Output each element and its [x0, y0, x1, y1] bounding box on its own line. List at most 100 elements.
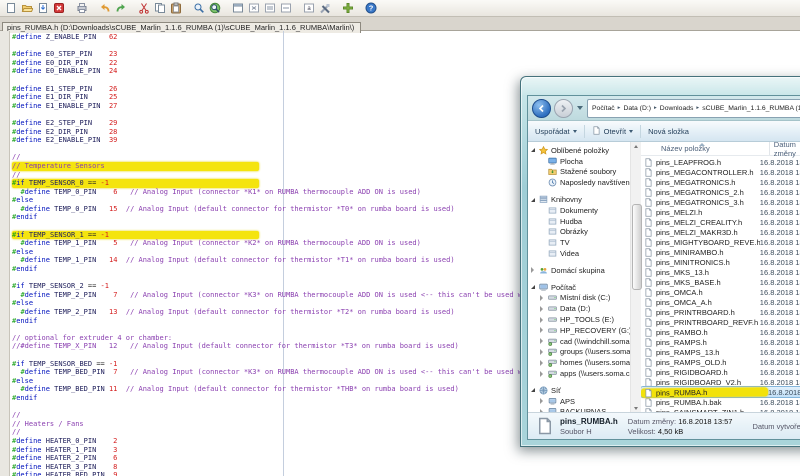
tree-item-cad-windchill-soma-cz[interactable]: cad (\\windchill.soma.cz) [531, 336, 630, 347]
plugins-button[interactable] [340, 1, 356, 15]
collapsed-triangle-icon[interactable] [540, 338, 548, 344]
tree-item-naposledy-nav-t-ven[interactable]: Naposledy navštívené [531, 177, 630, 188]
forward-button[interactable] [554, 99, 573, 118]
open-button[interactable]: Otevřít [592, 126, 634, 137]
collapsed-triangle-icon[interactable] [540, 349, 548, 355]
back-button[interactable] [532, 99, 551, 118]
breadcrumb-item[interactable]: Počítač [590, 105, 617, 112]
file-row[interactable]: pins_MELZI_MAKR3D.h16.8.2018 13:57 [641, 227, 800, 237]
expanded-triangle-icon[interactable] [531, 285, 539, 289]
file-row[interactable]: pins_OMCA_A.h16.8.2018 13:57 [641, 297, 800, 307]
tree-item-apps-users-soma-cz-z[interactable]: apps (\\users.soma.cz) (Z:) [531, 368, 630, 379]
expanded-triangle-icon[interactable] [531, 388, 539, 392]
tree-item-knihovny[interactable]: Knihovny [531, 194, 630, 205]
tree-item-aps[interactable]: APS [531, 396, 630, 407]
scroll-down-icon[interactable] [632, 404, 640, 412]
collapsed-triangle-icon[interactable] [531, 267, 539, 273]
cut-button[interactable] [136, 1, 152, 15]
tree-item-videa[interactable]: Videa [531, 248, 630, 259]
tree-item-po-ta[interactable]: Počítač [531, 282, 630, 293]
tree-item-obl-ben-polo-ky[interactable]: Oblíbené položky [531, 145, 630, 156]
split-vertical-button[interactable] [278, 1, 294, 15]
file-row[interactable]: pins_MEGATRONICS.h16.8.2018 13:57 [641, 177, 800, 187]
file-row-selected[interactable]: pins_RUMBA.h16.8.2018 13:57 [641, 387, 800, 397]
file-row[interactable]: pins_RIGIDBOARD.h16.8.2018 13:57 [641, 367, 800, 377]
file-row[interactable]: pins_MELZI_CREALITY.h16.8.2018 13:57 [641, 217, 800, 227]
tree-item-s[interactable]: Síť [531, 385, 630, 396]
undo-button[interactable] [97, 1, 113, 15]
history-dropdown-icon[interactable] [577, 106, 583, 110]
tree-item-plocha[interactable]: Plocha [531, 156, 630, 167]
copy-button[interactable] [152, 1, 168, 15]
file-row[interactable]: pins_OMCA.h16.8.2018 13:57 [641, 287, 800, 297]
expanded-triangle-icon[interactable] [531, 198, 539, 202]
breadcrumb-item[interactable]: Data (D:) [621, 105, 653, 112]
tree-item-data-d[interactable]: Data (D:) [531, 303, 630, 314]
file-row[interactable]: pins_RAMPS.h16.8.2018 13:57 [641, 337, 800, 347]
new-file-button[interactable] [3, 1, 19, 15]
tile-windows-button[interactable] [246, 1, 262, 15]
new-window-button[interactable] [230, 1, 246, 15]
find-button[interactable] [191, 1, 207, 15]
address-bar[interactable]: Počítač▸Data (D:)▸Downloads▸sCUBE_Marlin… [587, 99, 800, 118]
paste-button[interactable] [168, 1, 184, 15]
tree-item-sta-en-soubory[interactable]: Stažené soubory [531, 167, 630, 178]
save-file-button[interactable] [35, 1, 51, 15]
file-row[interactable]: pins_PRINTRBOARD.h16.8.2018 13:57 [641, 307, 800, 317]
file-row[interactable]: pins_RAMPS_13.h16.8.2018 13:57 [641, 347, 800, 357]
tree-item-hp-recovery-g[interactable]: HP_RECOVERY (G:) [531, 325, 630, 336]
find-in-files-button[interactable] [207, 1, 223, 15]
tree-item-obr-zky[interactable]: Obrázky [531, 227, 630, 238]
file-row[interactable]: pins_RAMPS_OLD.h16.8.2018 13:57 [641, 357, 800, 367]
file-row[interactable]: pins_MKS_13.h16.8.2018 13:57 [641, 267, 800, 277]
tree-item-tv[interactable]: TV [531, 237, 630, 248]
tree-item-dom-c-skupina[interactable]: Domácí skupina [531, 265, 630, 276]
organize-button[interactable]: Uspořádat [535, 127, 577, 136]
file-row[interactable]: pins_MELZI.h16.8.2018 13:57 [641, 207, 800, 217]
file-row[interactable]: pins_RIGIDBOARD_V2.h16.8.2018 13:57 [641, 377, 800, 387]
collapsed-triangle-icon[interactable] [540, 398, 548, 404]
collapsed-triangle-icon[interactable] [540, 306, 548, 312]
open-file-button[interactable] [19, 1, 35, 15]
file-row[interactable]: pins_MEGATRONICS_3.h16.8.2018 13:57 [641, 197, 800, 207]
collapsed-triangle-icon[interactable] [540, 360, 548, 366]
text-tools-button[interactable]: a [301, 1, 317, 15]
tree-item-groups-users-soma-cz[interactable]: groups (\\users.soma.cz) [531, 347, 630, 358]
file-row[interactable]: pins_MKS_BASE.h16.8.2018 13:57 [641, 277, 800, 287]
file-row[interactable]: pins_MINIRAMBO.h16.8.2018 13:57 [641, 247, 800, 257]
tree-item-hudba[interactable]: Hudba [531, 216, 630, 227]
close-file-button[interactable] [51, 1, 67, 15]
scrollbar-thumb[interactable] [632, 204, 642, 290]
file-row[interactable]: pins_MEGATRONICS_2.h16.8.2018 13:57 [641, 187, 800, 197]
tree-item-homes-users-soma-cz[interactable]: homes (\\users.soma.cz) [531, 357, 630, 368]
file-row[interactable]: pins_RUMBA.h.bak16.8.2018 13:57 [641, 397, 800, 407]
file-row[interactable]: pins_MINITRONICS.h16.8.2018 13:57 [641, 257, 800, 267]
file-row[interactable]: pins_MIGHTYBOARD_REVE.h16.8.2018 13:57 [641, 237, 800, 247]
file-row[interactable]: pins_MEGACONTROLLER.h16.8.2018 13:57 [641, 167, 800, 177]
tree-item-hp-tools-e[interactable]: HP_TOOLS (E:) [531, 314, 630, 325]
collapsed-triangle-icon[interactable] [540, 371, 548, 377]
scroll-up-icon[interactable] [632, 142, 640, 150]
redo-button[interactable] [113, 1, 129, 15]
breadcrumb-item[interactable]: sCUBE_Marlin_1.1.6_RUMBA (1) [700, 105, 800, 112]
settings-button[interactable] [317, 1, 333, 15]
sort-ascending-icon [699, 143, 705, 146]
expanded-triangle-icon[interactable] [531, 148, 539, 152]
explorer-titlebar[interactable] [521, 77, 800, 95]
file-row[interactable]: pins_LEAPFROG.h16.8.2018 13:57 [641, 157, 800, 167]
print-button[interactable] [74, 1, 90, 15]
tree-item-dokumenty[interactable]: Dokumenty [531, 205, 630, 216]
collapsed-triangle-icon[interactable] [540, 327, 548, 333]
collapsed-triangle-icon[interactable] [540, 317, 548, 323]
tree-item-m-stn-disk-c[interactable]: Místní disk (C:) [531, 293, 630, 304]
split-horizontal-button[interactable] [262, 1, 278, 15]
file-row[interactable]: pins_RAMBO.h16.8.2018 13:57 [641, 327, 800, 337]
editor-tab[interactable]: pins_RUMBA.h (D:\Downloads\sCUBE_Marlin_… [2, 22, 361, 33]
collapsed-triangle-icon[interactable] [540, 295, 548, 301]
new-folder-button[interactable]: Nová složka [648, 127, 689, 136]
nav-pane-scrollbar[interactable] [630, 142, 641, 412]
help-button[interactable]: ? [363, 1, 379, 15]
column-header-name[interactable]: Název položky [641, 142, 770, 155]
file-row[interactable]: pins_PRINTRBOARD_REVF.h16.8.2018 13:57 [641, 317, 800, 327]
breadcrumb-item[interactable]: Downloads [658, 105, 696, 112]
